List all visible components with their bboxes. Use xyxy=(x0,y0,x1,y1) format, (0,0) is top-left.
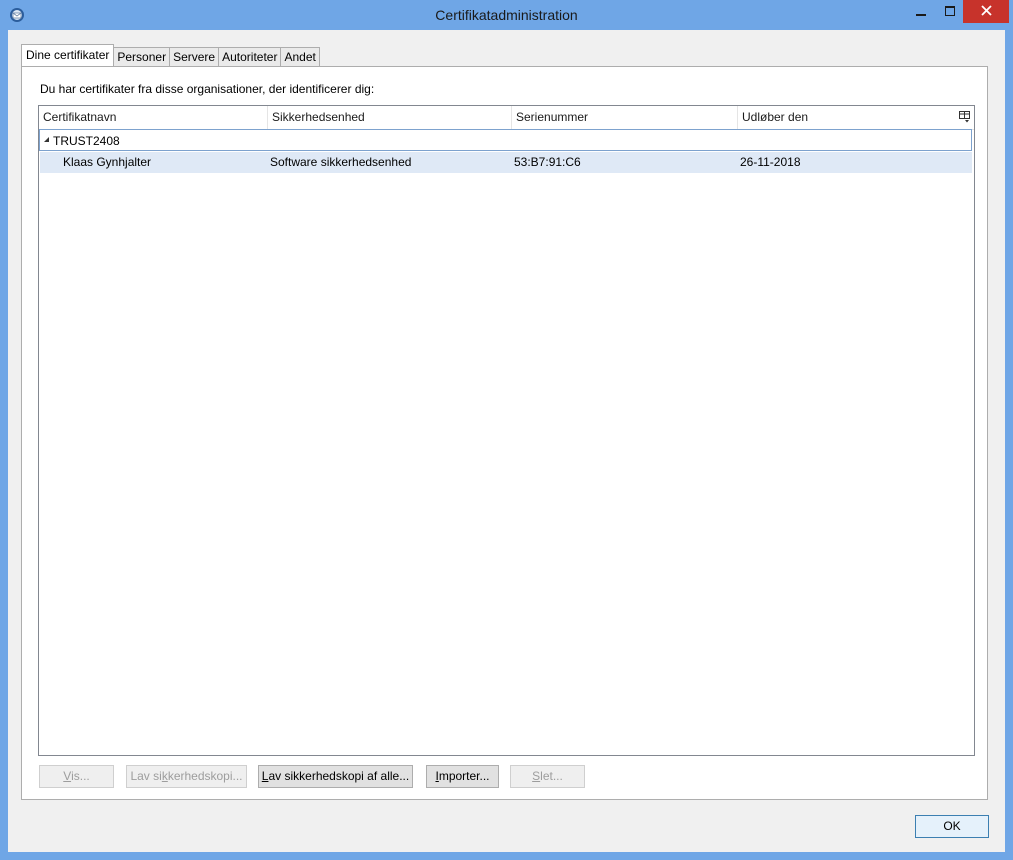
expanded-triangle-icon[interactable] xyxy=(43,130,50,152)
cell-expires: 26-11-2018 xyxy=(740,155,801,169)
view-button[interactable]: Vis... xyxy=(39,765,114,788)
column-header-security-device[interactable]: Sikkerhedsenhed xyxy=(268,106,512,129)
backup-button[interactable]: Lav sikkerhedskopi... xyxy=(126,765,247,788)
cell-serial-number: 53:B7:91:C6 xyxy=(514,155,581,169)
cell-certificate-name: Klaas Gynhjalter xyxy=(63,155,152,169)
tree-header: Certifikatnavn Sikkerhedsenhed Serienumm… xyxy=(39,106,974,130)
panel-description: Du har certifikater fra disse organisati… xyxy=(40,82,375,96)
column-header-expires[interactable]: Udløber den xyxy=(738,106,958,129)
close-icon xyxy=(980,4,992,19)
window-title: Certifikatadministration xyxy=(435,7,578,23)
ok-button[interactable]: OK xyxy=(915,815,989,838)
title-bar[interactable]: Certifikatadministration xyxy=(0,0,1013,30)
import-button[interactable]: Importer... xyxy=(426,765,499,788)
group-name: TRUST2408 xyxy=(53,134,120,148)
tab-people[interactable]: Personer xyxy=(113,47,171,66)
certificate-tree[interactable]: Certifikatnavn Sikkerhedsenhed Serienumm… xyxy=(38,105,975,756)
tab-your-certificates[interactable]: Dine certifikater xyxy=(21,44,115,66)
tab-authorities[interactable]: Autoriteter xyxy=(218,47,282,66)
cell-security-device: Software sikkerhedsenhed xyxy=(270,155,412,169)
tab-panel-your-certificates: Du har certifikater fra disse organisati… xyxy=(21,66,988,800)
tab-servers[interactable]: Servere xyxy=(169,47,220,66)
column-header-serial-number[interactable]: Serienummer xyxy=(512,106,738,129)
certificate-manager-window: Certifikatadministration Dine certifikat… xyxy=(0,0,1013,860)
maximize-icon xyxy=(945,5,955,19)
dialog-client-area: Dine certifikater Personer Servere Autor… xyxy=(8,30,1005,852)
tree-group-row[interactable]: TRUST2408 xyxy=(39,129,972,151)
tab-other[interactable]: Andet xyxy=(280,47,320,66)
tab-strip: Dine certifikater Personer Servere Autor… xyxy=(21,44,320,66)
certificate-row[interactable]: Klaas Gynhjalter Software sikkerhedsenhe… xyxy=(40,152,972,173)
column-picker-icon[interactable] xyxy=(959,111,971,123)
backup-all-button[interactable]: Lav sikkerhedskopi af alle... xyxy=(258,765,413,788)
minimize-icon xyxy=(916,5,926,19)
column-header-certificate-name[interactable]: Certifikatnavn xyxy=(39,106,268,129)
close-button[interactable] xyxy=(963,0,1009,23)
delete-button[interactable]: Slet... xyxy=(510,765,585,788)
